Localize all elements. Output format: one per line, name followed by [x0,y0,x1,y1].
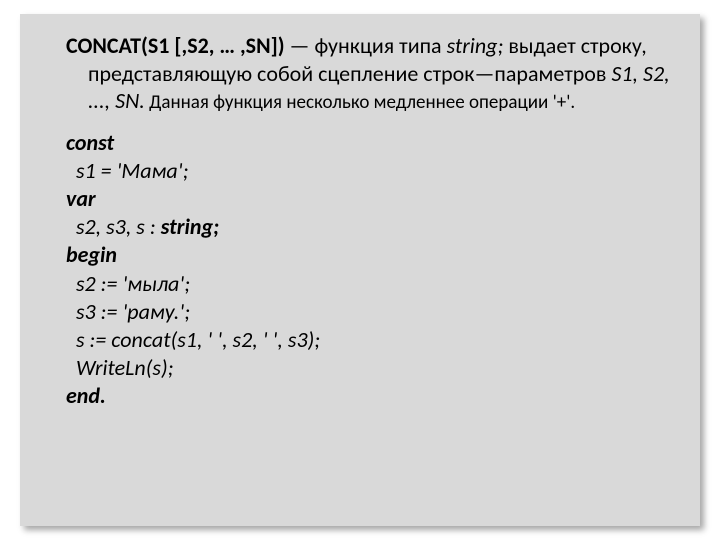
keyword-const: const [66,129,114,156]
code-line: s3 := 'раму.'; [66,298,676,326]
keyword-string: string; [161,213,219,240]
function-signature: CONCAT(S1 [,S2, … ,SN]) [66,32,285,59]
desc-note: Данная функция несколько медленнее опера… [145,91,575,114]
code-line: var [66,185,676,213]
code-line: s2 := 'мыла'; [66,270,676,298]
keyword-end: end. [66,382,106,409]
slide: CONCAT(S1 [,S2, … ,SN]) — функция типа s… [0,0,720,540]
code-text: s2, s3, s : [66,213,161,240]
code-line: end. [66,382,676,410]
code-line: s := concat(s1, ' ', s2, ' ', s3); [66,326,676,354]
keyword-begin: begin [66,241,117,268]
code-block: const s1 = 'Мама'; var s2, s3, s : strin… [44,129,676,411]
code-line: s2, s3, s : string; [66,213,676,241]
code-line: begin [66,241,676,269]
keyword-var: var [66,185,96,212]
code-line: WriteLn(s); [66,354,676,382]
code-line: const [66,129,676,157]
code-line: s1 = 'Мама'; [66,157,676,185]
desc-dash: — функция типа [285,32,447,59]
return-type: string; [447,32,504,59]
function-description: CONCAT(S1 [,S2, … ,SN]) — функция типа s… [44,32,676,115]
content-panel: CONCAT(S1 [,S2, … ,SN]) — функция типа s… [20,14,700,526]
